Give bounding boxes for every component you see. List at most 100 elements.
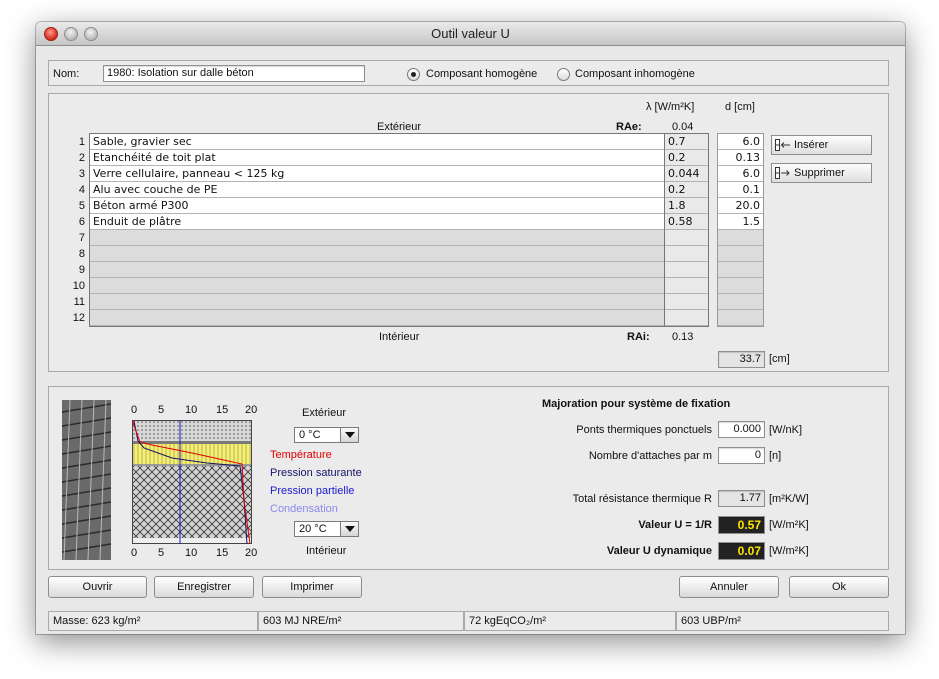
diagram-bottom-tick: 20 <box>245 547 258 559</box>
lambda-cell[interactable]: 0.2 <box>665 182 708 198</box>
save-button[interactable]: Enregistrer <box>154 576 254 598</box>
temperature-diagram <box>132 420 252 544</box>
thickness-cell[interactable] <box>718 278 763 294</box>
material-cell[interactable]: Enduit de plâtre <box>90 214 664 230</box>
row-number: 1 <box>78 136 85 148</box>
material-cell[interactable] <box>90 246 664 262</box>
homogeneous-radio[interactable] <box>407 68 420 81</box>
thickness-cell[interactable] <box>718 246 763 262</box>
lambda-cell[interactable] <box>665 278 708 294</box>
lambda-cell[interactable]: 0.58 <box>665 214 708 230</box>
thickness-cell[interactable] <box>718 294 763 310</box>
material-cell[interactable]: Béton armé P300 <box>90 198 664 214</box>
thickness-cell[interactable]: 20.0 <box>718 198 763 214</box>
insert-button[interactable]: Insérer <box>771 135 872 155</box>
thickness-cell[interactable] <box>718 310 763 326</box>
material-cell[interactable] <box>90 230 664 246</box>
lambda-cell[interactable] <box>665 246 708 262</box>
layers-panel: λ [W/m²K] d [cm] Extérieur RAe: 0.04 1 Sa… <box>48 93 889 372</box>
title-bar: Outil valeur U <box>36 22 905 46</box>
thickness-cell[interactable]: 6.0 <box>718 166 763 182</box>
thickness-cell[interactable]: 6.0 <box>718 134 763 150</box>
lambda-cell[interactable] <box>665 230 708 246</box>
layer-membrane <box>132 441 252 444</box>
ok-button[interactable]: Ok <box>789 576 889 598</box>
row-number: 7 <box>78 232 85 244</box>
lambda-cell[interactable] <box>665 294 708 310</box>
diagram-top-tick: 5 <box>158 404 165 416</box>
diagram-top-tick: 20 <box>245 404 258 416</box>
exterior-temperature-select[interactable]: 0 °C <box>294 427 359 443</box>
material-cell[interactable]: Alu avec couche de PE <box>90 182 664 198</box>
exterior-temperature-value: 0 °C <box>299 429 321 441</box>
total-thickness-field: 33.7 <box>718 351 765 368</box>
delete-row-icon <box>775 167 790 179</box>
ponts-input[interactable]: 0.000 <box>718 421 765 438</box>
diagram-bottom-tick: 5 <box>158 547 165 559</box>
delete-button-label: Supprimer <box>794 167 845 179</box>
inhomogeneous-radio-label[interactable]: Composant inhomogène <box>575 68 695 80</box>
diagram-bottom-tick: 0 <box>131 547 138 559</box>
homogeneous-radio-label[interactable]: Composant homogène <box>426 68 537 80</box>
diagram-top-tick: 0 <box>131 404 138 416</box>
interior-label: Intérieur <box>379 331 420 343</box>
lambda-cell[interactable]: 0.044 <box>665 166 708 182</box>
row-number: 10 <box>72 280 85 292</box>
u-dynamic-label: Valeur U dynamique <box>606 545 712 557</box>
delete-button[interactable]: Supprimer <box>771 163 872 183</box>
total-r-field: 1.77 <box>718 490 765 507</box>
u-dynamic-unit: [W/m²K] <box>769 545 809 557</box>
row-number: 4 <box>78 184 85 196</box>
lambda-cell[interactable] <box>665 310 708 326</box>
open-button[interactable]: Ouvrir <box>48 576 147 598</box>
ponts-label: Ponts thermiques ponctuels <box>576 424 712 436</box>
diagram-exterior-label: Extérieur <box>302 407 347 419</box>
inhomogeneous-radio[interactable] <box>557 68 570 81</box>
row-number: 2 <box>78 152 85 164</box>
print-button[interactable]: Imprimer <box>262 576 362 598</box>
interior-temperature-select[interactable]: 20 °C <box>294 521 359 537</box>
material-cell[interactable]: Sable, gravier sec <box>90 134 664 150</box>
thickness-cell[interactable] <box>718 230 763 246</box>
material-cell[interactable] <box>90 278 664 294</box>
thickness-cell[interactable] <box>718 262 763 278</box>
row-number: 12 <box>72 312 85 324</box>
total-r-label: Total résistance thermique R <box>572 493 712 505</box>
lambda-cell[interactable] <box>665 262 708 278</box>
legend-partial-pressure: Pression partielle <box>270 485 355 497</box>
material-cell[interactable] <box>90 294 664 310</box>
thickness-cell[interactable]: 0.13 <box>718 150 763 166</box>
rai-value: 0.13 <box>672 331 694 343</box>
material-cell[interactable]: Etanchéité de toit plat <box>90 150 664 166</box>
material-cell[interactable] <box>90 310 664 326</box>
material-cell[interactable]: Verre cellulaire, panneau < 125 kg <box>90 166 664 182</box>
lambda-cell[interactable]: 1.8 <box>665 198 708 214</box>
thickness-header: d [cm] <box>725 101 755 113</box>
analysis-panel: 0 5 10 15 20 0 5 10 15 20 Extérieur 0 °C… <box>48 386 889 570</box>
lambda-cell[interactable]: 0.7 <box>665 134 708 150</box>
lambda-cell[interactable]: 0.2 <box>665 150 708 166</box>
row-number: 3 <box>78 168 85 180</box>
diagram-interior-label: Intérieur <box>306 545 347 557</box>
ponts-unit: [W/nK] <box>769 424 803 436</box>
material-cell[interactable] <box>90 262 664 278</box>
diagram-top-tick: 10 <box>185 404 198 416</box>
main-window: Outil valeur U Nom: 1980: Isolation sur … <box>36 22 905 634</box>
total-thickness-unit: [cm] <box>769 353 790 365</box>
cancel-button[interactable]: Annuler <box>679 576 779 598</box>
name-input[interactable]: 1980: Isolation sur dalle béton <box>103 65 365 82</box>
status-nre: 603 MJ NRE/m² <box>258 611 464 631</box>
thickness-cell[interactable]: 0.1 <box>718 182 763 198</box>
attaches-label: Nombre d'attaches par m <box>588 450 712 462</box>
row-number: 11 <box>73 296 85 308</box>
legend-condensation: Condensation <box>270 503 338 515</box>
thickness-cell[interactable]: 1.5 <box>718 214 763 230</box>
u-value-unit: [W/m²K] <box>769 519 809 531</box>
row-number: 8 <box>78 248 85 260</box>
diagram-bottom-tick: 10 <box>185 547 198 559</box>
u-dynamic-field: 0.07 <box>718 542 765 560</box>
attaches-input[interactable]: 0 <box>718 447 765 464</box>
u-value-field: 0.57 <box>718 516 765 534</box>
fixation-title: Majoration pour système de fixation <box>542 398 731 410</box>
rai-label: RAi: <box>627 331 650 343</box>
